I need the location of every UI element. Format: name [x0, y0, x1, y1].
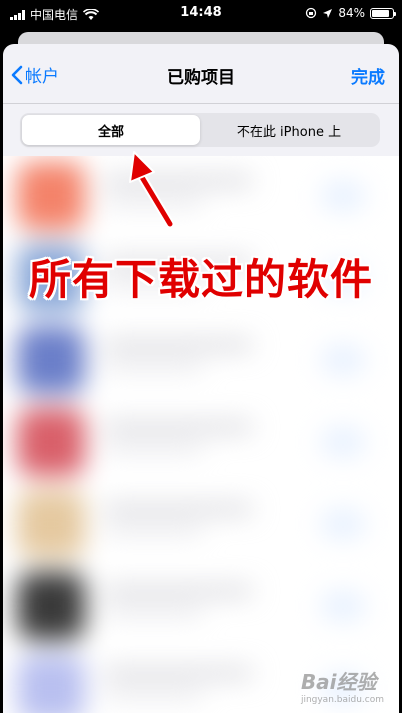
app-row[interactable]: [3, 156, 399, 236]
app-icon: [17, 654, 85, 713]
app-row[interactable]: [3, 564, 399, 646]
page-title: 已购项目: [167, 68, 235, 88]
app-row[interactable]: [3, 318, 399, 400]
battery-icon: [370, 7, 396, 19]
download-button[interactable]: [321, 592, 365, 620]
app-name-placeholder: [103, 422, 253, 432]
app-icon: [17, 490, 85, 558]
app-subtitle-placeholder: [103, 608, 203, 616]
app-icon: [17, 572, 85, 640]
download-button[interactable]: [321, 510, 365, 538]
app-name-placeholder: [103, 504, 253, 514]
app-subtitle-placeholder: [103, 444, 203, 452]
app-row[interactable]: [3, 482, 399, 564]
orientation-lock-icon: [306, 7, 317, 19]
app-subtitle-placeholder: [103, 362, 203, 370]
segment-not-on-this-iphone[interactable]: 不在此 iPhone 上: [200, 115, 378, 145]
app-name-placeholder: [103, 340, 253, 350]
app-row[interactable]: [3, 400, 399, 482]
app-subtitle-placeholder: [103, 526, 203, 534]
app-name-placeholder: [103, 586, 253, 596]
annotation-caption: 所有下载过的软件: [28, 255, 373, 304]
segment-container: 全部 不在此 iPhone 上: [3, 104, 399, 156]
watermark-text: Bai经验: [300, 670, 377, 694]
location-icon: [323, 8, 333, 18]
status-right: 84%: [305, 6, 396, 20]
status-bar: 中国电信 14:48 84%: [0, 0, 402, 28]
segmented-control: 全部 不在此 iPhone 上: [20, 113, 380, 147]
download-button[interactable]: [321, 428, 365, 456]
app-icon: [17, 408, 85, 476]
navigation-bar: 帐户 已购项目 完成: [3, 44, 399, 104]
battery-percent: 84%: [338, 6, 365, 20]
watermark-url: jingyan.baidu.com: [300, 695, 384, 705]
download-button[interactable]: [321, 346, 365, 374]
battery-level: [372, 9, 389, 17]
annotation-arrow: [129, 151, 175, 228]
blurred-app-rows: [3, 156, 399, 713]
app-icon: [17, 162, 85, 230]
segment-all[interactable]: 全部: [22, 115, 200, 145]
purchased-sheet: 帐户 已购项目 完成 全部 不在此 iPhone 上: [3, 44, 399, 713]
watermark-logo: Bai经验 jingyan.baidu.com: [301, 666, 384, 705]
app-subtitle-placeholder: [103, 690, 203, 698]
app-name-placeholder: [103, 668, 253, 678]
download-button[interactable]: [321, 182, 365, 210]
app-icon: [17, 326, 85, 394]
purchased-app-list: [3, 156, 399, 713]
done-button[interactable]: 完成: [351, 63, 385, 88]
